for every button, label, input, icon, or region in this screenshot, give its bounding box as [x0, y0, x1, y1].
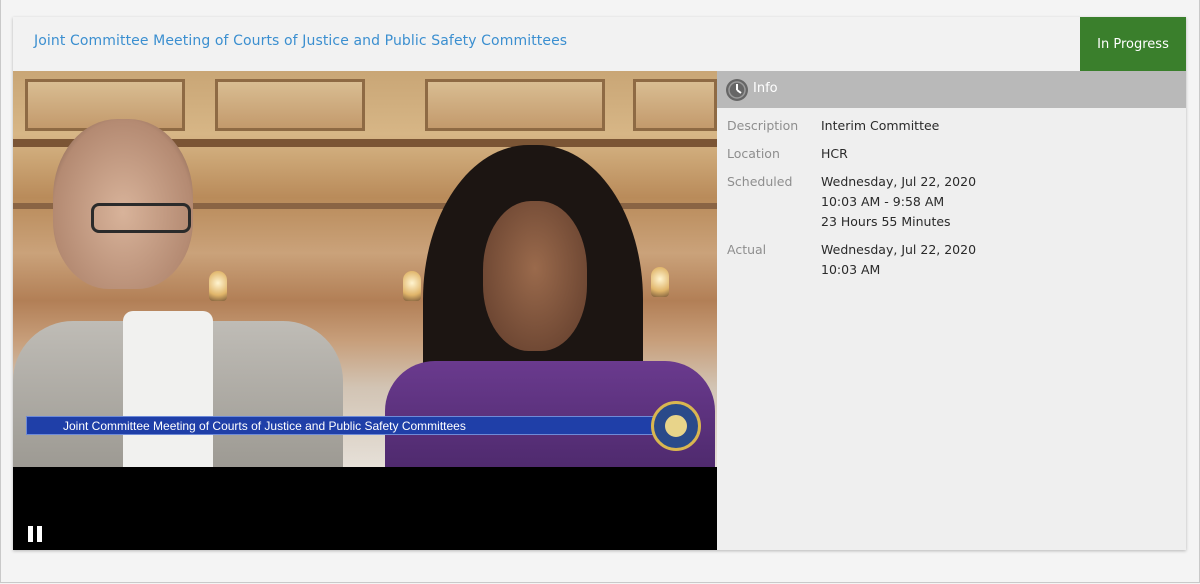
- location-value: HCR: [821, 146, 848, 161]
- meeting-title[interactable]: Joint Committee Meeting of Courts of Jus…: [34, 33, 567, 49]
- ceiling-rail: [13, 139, 365, 147]
- pause-bar-right: [37, 526, 42, 542]
- info-header-label: Info: [753, 81, 778, 96]
- scheduled-label: Scheduled: [727, 174, 793, 189]
- actual-date: Wednesday, Jul 22, 2020: [821, 242, 977, 257]
- lamp: [651, 267, 669, 297]
- actual-label: Actual: [727, 242, 767, 257]
- scheduled-duration: 23 Hours 55 Minutes: [821, 214, 951, 229]
- status-badge: In Progress: [1080, 17, 1186, 71]
- pause-icon[interactable]: [27, 526, 43, 542]
- ceiling-panel: [425, 79, 605, 131]
- ceiling-panel: [633, 79, 717, 131]
- lamp: [403, 271, 421, 301]
- scheduled-date: Wednesday, Jul 22, 2020: [821, 174, 977, 189]
- actual-time: 10:03 AM: [821, 262, 881, 277]
- clock-icon: [726, 79, 748, 101]
- info-header: Info: [717, 71, 1186, 108]
- video-caption-bar: Joint Committee Meeting of Courts of Jus…: [26, 416, 656, 435]
- participant-glasses: [91, 203, 191, 233]
- meeting-header: Joint Committee Meeting of Courts of Jus…: [13, 17, 1186, 71]
- description-value: Interim Committee: [821, 118, 940, 133]
- location-label: Location: [727, 146, 780, 161]
- meeting-card: Joint Committee Meeting of Courts of Jus…: [13, 17, 1186, 550]
- state-seal-icon: [651, 401, 701, 451]
- seal-center: [663, 413, 689, 439]
- participant-shirt: [123, 311, 213, 467]
- scheduled-time: 10:03 AM - 9:58 AM: [821, 194, 945, 209]
- lamp: [209, 271, 227, 301]
- info-panel: Info Description Interim Committee Locat…: [717, 71, 1186, 550]
- pause-bar-left: [28, 526, 33, 542]
- video-player[interactable]: Joint Committee Meeting of Courts of Jus…: [13, 71, 717, 550]
- video-tile-participant-1: [13, 71, 365, 467]
- ceiling-panel: [215, 79, 365, 131]
- description-label: Description: [727, 118, 799, 133]
- participant-face: [483, 201, 587, 351]
